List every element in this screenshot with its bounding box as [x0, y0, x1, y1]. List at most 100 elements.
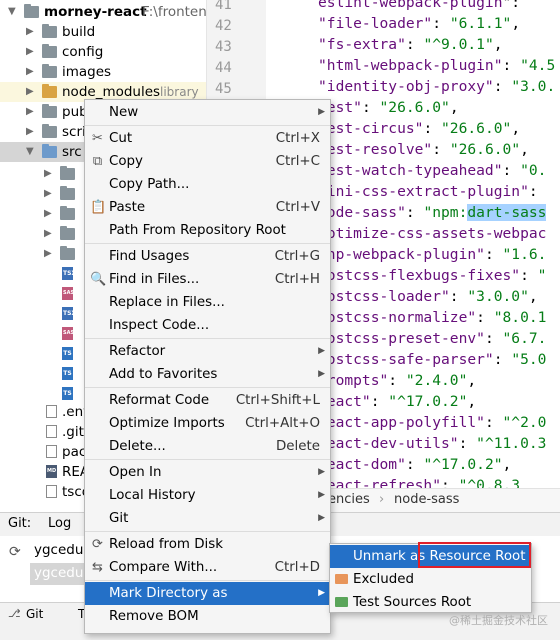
code-token: "^11.0.3 — [476, 435, 547, 452]
code-token: : — [458, 435, 477, 452]
tree-item[interactable]: ▶ images — [0, 62, 206, 82]
menu-item-paste[interactable]: 📋 Paste Ctrl+V — [85, 196, 330, 219]
code-token: : — [484, 246, 503, 263]
menu-item-find-in-files[interactable]: 🔍 Find in Files... Ctrl+H — [85, 268, 330, 291]
tree-root[interactable]: ▼ morney-react F:\fronten — [0, 2, 206, 22]
code-line: jest-resolve": "26.6.0", — [318, 139, 529, 160]
menu-item-open-in[interactable]: Open In ▶ — [85, 461, 330, 484]
menu-item-add-to-favorites[interactable]: Add to Favorites ▶ — [85, 363, 330, 386]
code-token: jest-circus" — [318, 120, 424, 137]
menu-item-mark-directory-as[interactable]: Mark Directory as ▶ — [85, 582, 330, 605]
code-token: postcss-loader" — [318, 288, 450, 305]
code-line: pnp-webpack-plugin": "1.6. — [318, 244, 546, 265]
chevron-right-icon[interactable]: ▶ — [44, 224, 52, 244]
tsx-file-icon: TSX — [62, 267, 76, 280]
file-icon — [46, 485, 57, 498]
code-line: "file-loader": "6.1.1", — [318, 13, 520, 34]
code-token: , — [467, 372, 477, 389]
menu-item-shortcut: Ctrl+H — [274, 272, 320, 287]
menu-item-label: Optimize Imports — [109, 416, 225, 431]
chevron-down-icon[interactable]: ▼ — [8, 2, 16, 22]
menu-item-icon: ⧉ — [92, 154, 103, 169]
submenu-item-test-sources-root[interactable]: Test Sources Root — [330, 591, 531, 614]
menu-item-icon: 🔍 — [90, 272, 107, 287]
code-token: react-dev-utils" — [318, 435, 459, 452]
refresh-icon[interactable]: ⟳ — [9, 544, 21, 560]
chevron-right-icon[interactable]: ▶ — [26, 82, 34, 102]
menu-item-reformat-code[interactable]: Reformat Code Ctrl+Shift+L — [85, 389, 330, 412]
menu-item-reload-from-disk[interactable]: ⟳ Reload from Disk — [85, 533, 330, 556]
menu-item-label: Inspect Code... — [109, 318, 210, 333]
menu-item-local-history[interactable]: Local History ▶ — [85, 484, 330, 507]
menu-item-find-usages[interactable]: Find Usages Ctrl+G — [85, 245, 330, 268]
log-row-selected[interactable]: ygcedu — [30, 563, 86, 585]
chevron-down-icon[interactable]: ▼ — [26, 142, 34, 162]
submenu-arrow-icon: ▶ — [318, 490, 325, 500]
code-token: "26.6.0" — [449, 141, 521, 158]
menu-item-inspect-code[interactable]: Inspect Code... — [85, 314, 330, 337]
menu-item-label: Compare With... — [109, 560, 218, 575]
code-token: "26.6.0" — [379, 99, 450, 116]
folder-icon — [60, 246, 75, 260]
code-token: jest-watch-typeahead" — [318, 162, 503, 179]
code-token: "^9.0.1" — [423, 36, 494, 53]
code-token: : — [502, 162, 521, 179]
chevron-right-icon[interactable]: ▶ — [26, 42, 34, 62]
menu-item-copy-path[interactable]: Copy Path... — [85, 173, 330, 196]
menu-item-label: Paste — [109, 200, 146, 215]
chevron-right-icon[interactable]: ▶ — [26, 102, 34, 122]
git-tool-title: Git: — [8, 516, 32, 531]
tab-git[interactable]: Git — [26, 607, 43, 621]
chevron-right-icon[interactable]: ▶ — [44, 184, 52, 204]
code-token: "identity-obj-proxy" — [318, 78, 494, 95]
tab-log[interactable]: Log — [48, 516, 71, 531]
menu-item-label: Add to Favorites — [109, 367, 218, 382]
mark-directory-submenu: Unmark as Resource Root Excluded Test Sour… — [329, 543, 532, 613]
line-number: 41 — [215, 0, 232, 13]
code-token: : — [405, 456, 424, 473]
submenu-item-unmark-as-resource-root[interactable]: Unmark as Resource Root — [330, 545, 531, 568]
menu-item-label: Git — [109, 511, 129, 526]
menu-item-new[interactable]: New ▶ — [85, 101, 330, 124]
chevron-right-icon[interactable]: ▶ — [26, 62, 34, 82]
context-menu: New ▶ ✂ Cut Ctrl+X ⧉ Copy Ctrl+C Copy Path... 📋 Pa… — [84, 99, 331, 634]
log-row-author: ygcedu — [34, 565, 84, 581]
menu-item-cut[interactable]: ✂ Cut Ctrl+X — [85, 127, 330, 150]
code-token: : — [432, 15, 450, 32]
menu-item-delete[interactable]: Delete... Delete — [85, 435, 330, 458]
chevron-right-icon[interactable]: ▶ — [44, 244, 52, 264]
code-token: , — [520, 141, 529, 158]
chevron-right-icon[interactable]: ▶ — [26, 22, 34, 42]
file-icon: MD — [46, 465, 57, 478]
tree-item-label: build — [62, 24, 96, 40]
code-token: "6.7. — [502, 330, 547, 347]
submenu-arrow-icon: ▶ — [318, 107, 325, 117]
menu-item-shortcut: Delete — [276, 439, 320, 454]
ts-file-icon: TS — [62, 347, 73, 360]
chevron-right-icon[interactable]: ▶ — [44, 204, 52, 224]
menu-item-shortcut: Ctrl+C — [275, 154, 320, 169]
log-row-author[interactable]: ygcedu — [34, 542, 83, 558]
tsx-file-icon: TSX — [62, 307, 76, 320]
menu-item-git[interactable]: Git ▶ — [85, 507, 330, 530]
code-token: : — [370, 393, 389, 410]
menu-item-label: Path From Repository Root — [109, 223, 286, 238]
menu-item-compare-with[interactable]: ⇆ Compare With... Ctrl+D — [85, 556, 330, 579]
menu-item-replace-in-files[interactable]: Replace in Files... — [85, 291, 330, 314]
breadcrumb-item[interactable]: encies — [328, 489, 370, 511]
submenu-item-excluded[interactable]: Excluded — [330, 568, 531, 591]
tree-item-label: src — [62, 144, 82, 160]
menu-item-path-from-repository-root[interactable]: Path From Repository Root — [85, 219, 330, 242]
tree-item[interactable]: ▶ config — [0, 42, 206, 62]
chevron-right-icon[interactable]: ▶ — [44, 164, 52, 184]
line-number: 43 — [215, 39, 232, 55]
code-token: "^17.0.2" — [388, 393, 468, 410]
menu-item-label: Local History — [109, 488, 196, 503]
breadcrumb-item[interactable]: node-sass — [394, 489, 459, 511]
menu-item-remove-bom[interactable]: Remove BOM — [85, 605, 330, 628]
menu-item-refactor[interactable]: Refactor ▶ — [85, 340, 330, 363]
tree-item[interactable]: ▶ build — [0, 22, 206, 42]
menu-item-copy[interactable]: ⧉ Copy Ctrl+C — [85, 150, 330, 173]
menu-item-optimize-imports[interactable]: Optimize Imports Ctrl+Alt+O — [85, 412, 330, 435]
chevron-right-icon[interactable]: ▶ — [26, 122, 34, 142]
